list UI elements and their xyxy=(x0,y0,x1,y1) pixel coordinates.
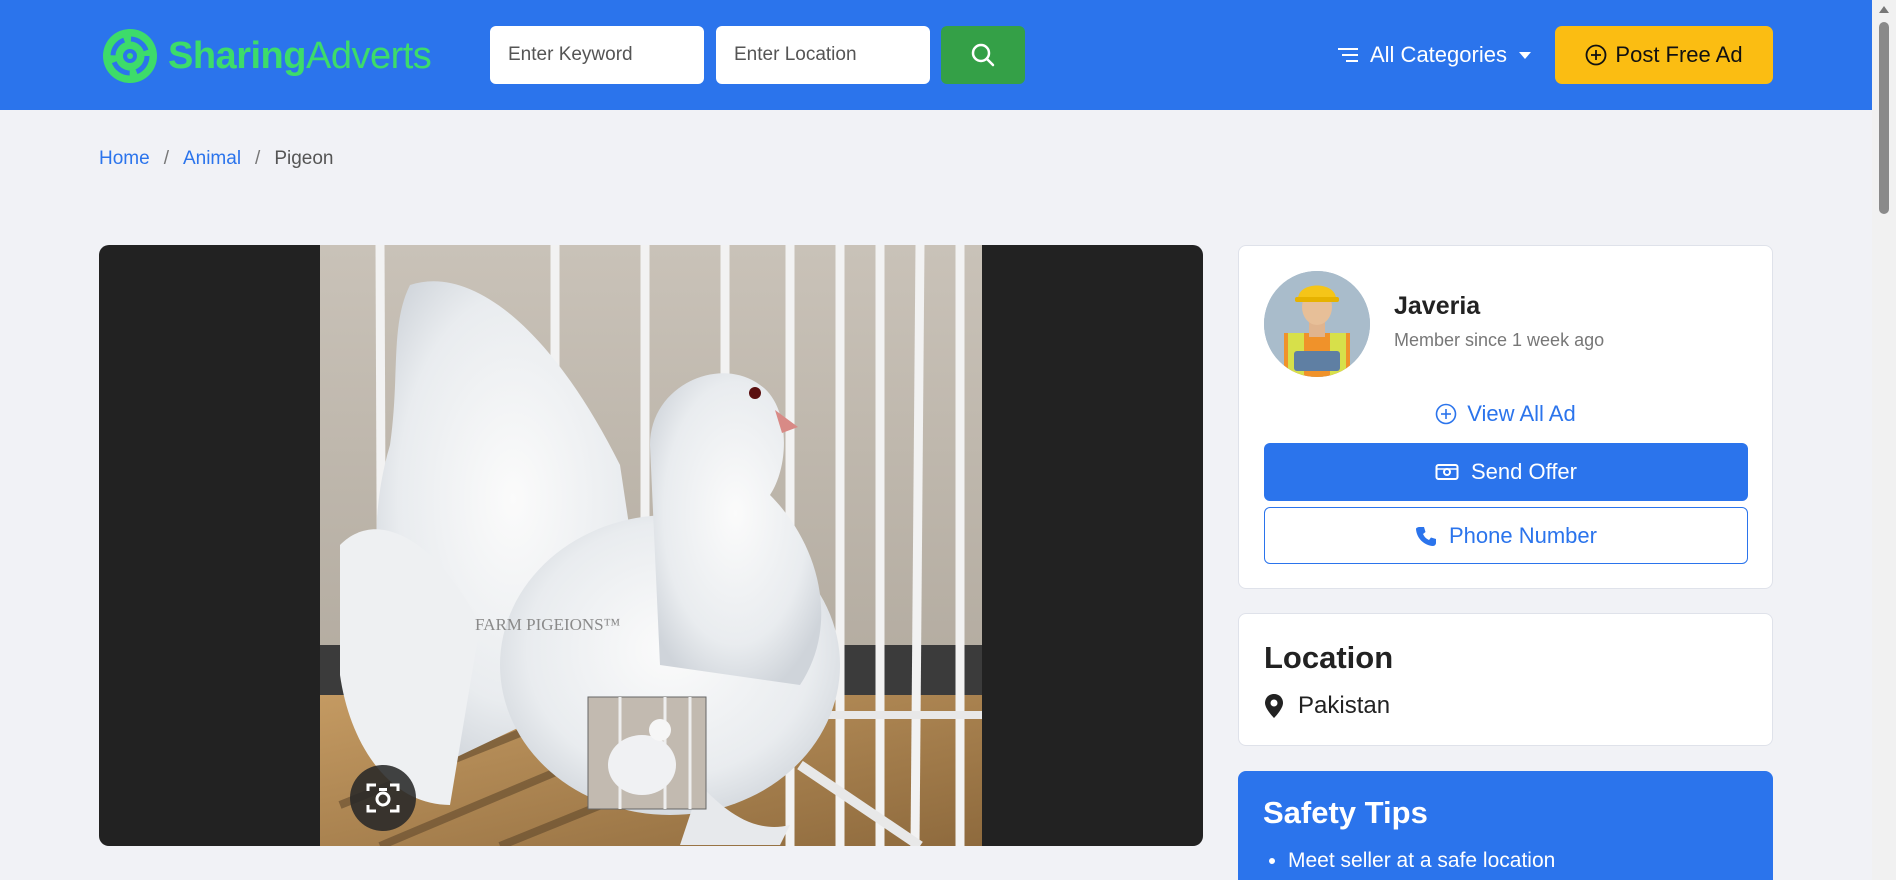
camera-lens-icon xyxy=(366,783,400,813)
phone-number-button[interactable]: Phone Number xyxy=(1264,507,1748,564)
pigeon-photo: FARM PIGEIONS™ xyxy=(320,245,982,846)
breadcrumb-separator: / xyxy=(255,148,261,169)
cash-icon xyxy=(1435,464,1459,480)
location-row: Pakistan xyxy=(1264,692,1390,720)
search-button[interactable] xyxy=(941,26,1025,84)
menu-lines-icon xyxy=(1338,48,1358,62)
search-icon xyxy=(971,43,995,67)
location-value: Pakistan xyxy=(1298,692,1391,719)
member-since-text: Member since 1 week ago xyxy=(1394,330,1605,350)
plus-circle-icon xyxy=(1435,403,1457,425)
seller-card: Javeria Member since 1 week ago View All… xyxy=(1238,245,1773,589)
post-free-ad-label: Post Free Ad xyxy=(1615,42,1743,67)
visual-search-lens-button[interactable] xyxy=(350,765,416,831)
seller-avatar-image xyxy=(1264,271,1370,377)
ad-image-gallery[interactable]: FARM PIGEIONS™ xyxy=(99,245,1203,846)
location-title: Location xyxy=(1264,640,1394,675)
logo-text-part1: Sharing xyxy=(168,34,306,77)
send-offer-label: Send Offer xyxy=(1471,459,1577,484)
breadcrumb: Home / Animal / Pigeon xyxy=(99,148,334,170)
location-input[interactable] xyxy=(716,26,930,84)
view-all-ads-label: View All Ad xyxy=(1467,401,1576,426)
location-card: Location Pakistan xyxy=(1238,613,1773,746)
top-navbar: SharingAdverts All Categories Post Free … xyxy=(0,0,1872,110)
logo-text: SharingAdverts xyxy=(168,34,432,78)
all-categories-dropdown[interactable]: All Categories xyxy=(1338,40,1531,70)
safety-tips-list: Meet seller at a safe location xyxy=(1288,849,1555,873)
phone-number-label: Phone Number xyxy=(1449,522,1597,548)
breadcrumb-separator: / xyxy=(163,148,169,169)
keyword-input[interactable] xyxy=(490,26,704,84)
site-logo[interactable]: SharingAdverts xyxy=(100,24,432,88)
safety-tips-title: Safety Tips xyxy=(1263,795,1428,830)
scroll-up-arrow-icon[interactable] xyxy=(1879,6,1889,13)
map-pin-icon xyxy=(1265,694,1283,718)
breadcrumb-home[interactable]: Home xyxy=(99,148,150,170)
safety-tip-item: Meet seller at a safe location xyxy=(1288,849,1555,873)
breadcrumb-current: Pigeon xyxy=(274,148,334,169)
safety-tips-card: Safety Tips Meet seller at a safe locati… xyxy=(1238,771,1773,880)
post-free-ad-button[interactable]: Post Free Ad xyxy=(1555,26,1773,84)
logo-icon xyxy=(103,29,157,83)
view-all-ads-link[interactable]: View All Ad xyxy=(1239,401,1772,427)
page-scrollbar[interactable] xyxy=(1872,0,1896,880)
seller-name: Javeria xyxy=(1394,292,1481,320)
logo-text-part2: Adverts xyxy=(305,34,432,77)
scrollbar-thumb[interactable] xyxy=(1879,22,1889,214)
send-offer-button[interactable]: Send Offer xyxy=(1264,443,1748,501)
photo-watermark: FARM PIGEIONS™ xyxy=(475,615,620,634)
breadcrumb-animal[interactable]: Animal xyxy=(183,148,241,170)
avatar[interactable] xyxy=(1264,271,1370,377)
categories-label: All Categories xyxy=(1370,42,1507,67)
phone-icon xyxy=(1416,526,1436,546)
chevron-down-icon xyxy=(1518,51,1531,59)
plus-circle-icon xyxy=(1586,44,1607,66)
